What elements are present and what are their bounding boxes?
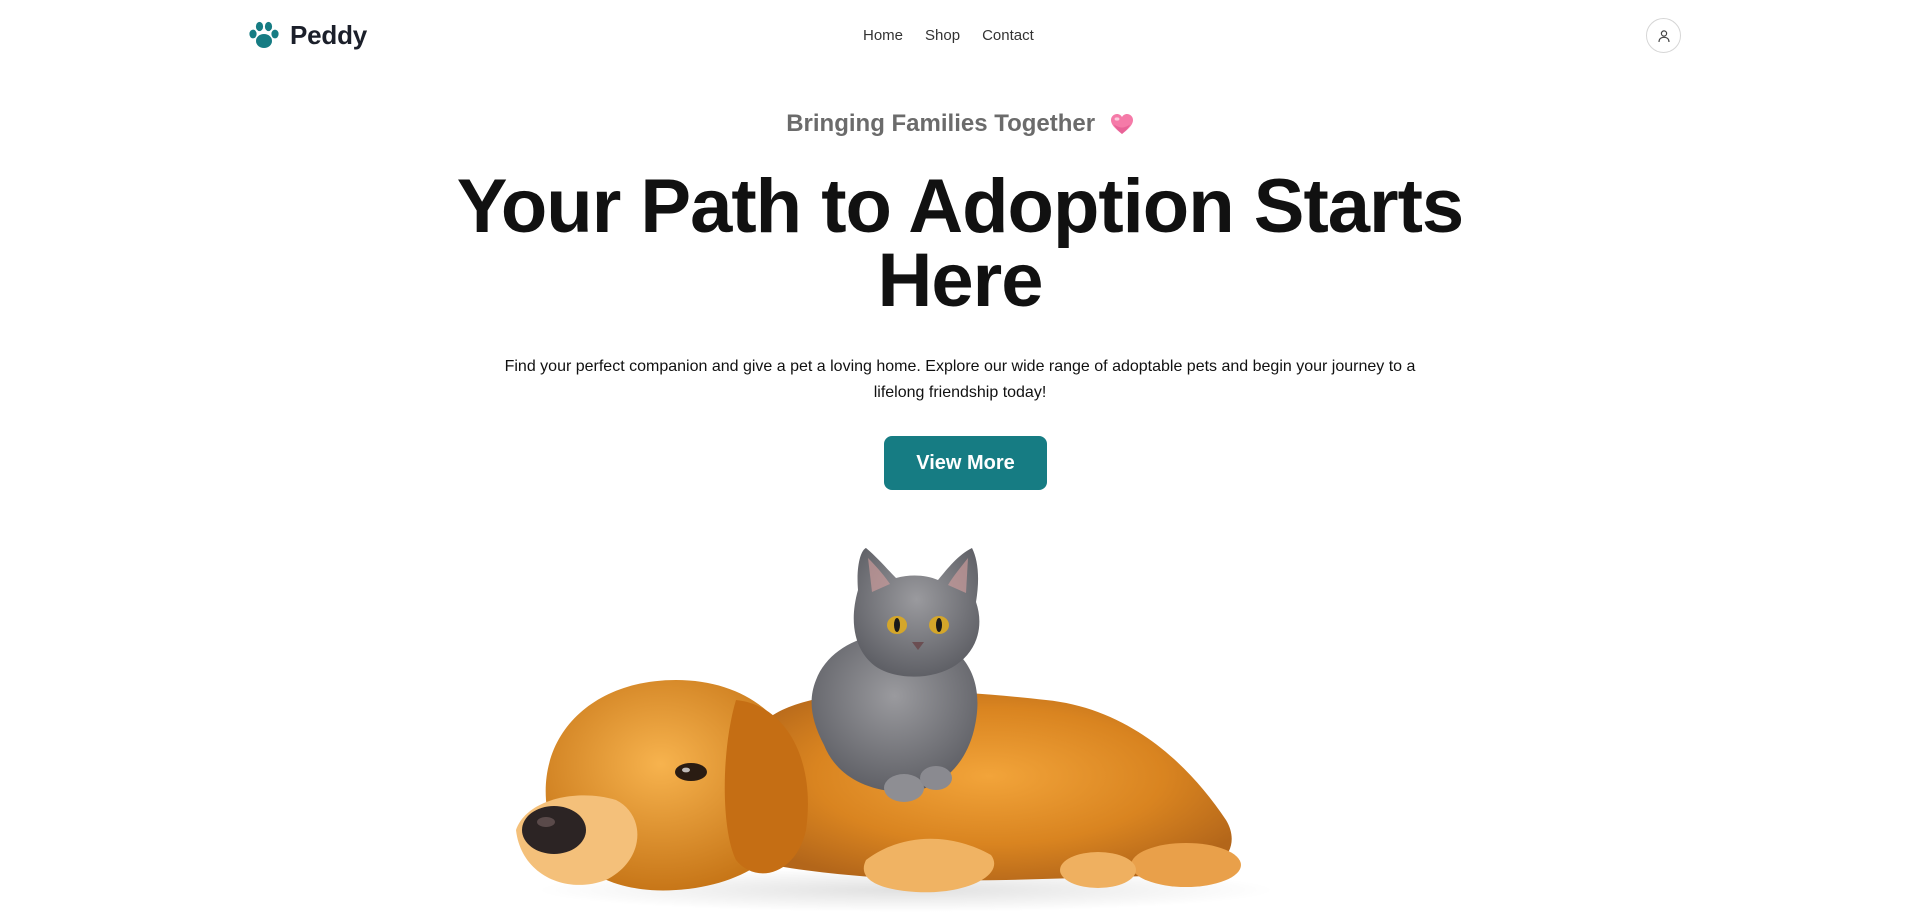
brand-name: Peddy xyxy=(290,20,368,50)
nav-link-home[interactable]: Home xyxy=(863,26,903,46)
hero-description: Find your perfect companion and give a p… xyxy=(504,358,1416,401)
hero-tagline: Bringing Families Together xyxy=(0,110,1920,138)
tagline-text: Bringing Families Together xyxy=(786,110,1096,137)
hero-title-line-1: Your Path to Adoption Starts xyxy=(456,164,1464,249)
nav-link-shop[interactable]: Shop xyxy=(925,26,960,46)
view-more-button[interactable]: View More xyxy=(884,436,1047,490)
site-header: Peddy Home Shop Contact xyxy=(0,0,1920,72)
user-icon xyxy=(1657,29,1670,42)
heart-icon xyxy=(1110,114,1133,134)
user-account-button[interactable] xyxy=(1646,18,1681,53)
brand-logo[interactable]: Peddy xyxy=(248,20,367,51)
paw-icon xyxy=(249,21,279,48)
nav-link-contact[interactable]: Contact xyxy=(982,26,1034,46)
hero-title: Your Path to Adoption Starts Here xyxy=(0,164,1920,323)
main-nav: Home Shop Contact xyxy=(863,26,1056,46)
hero-image xyxy=(486,530,1286,919)
hero-title-line-2: Here xyxy=(877,238,1044,323)
